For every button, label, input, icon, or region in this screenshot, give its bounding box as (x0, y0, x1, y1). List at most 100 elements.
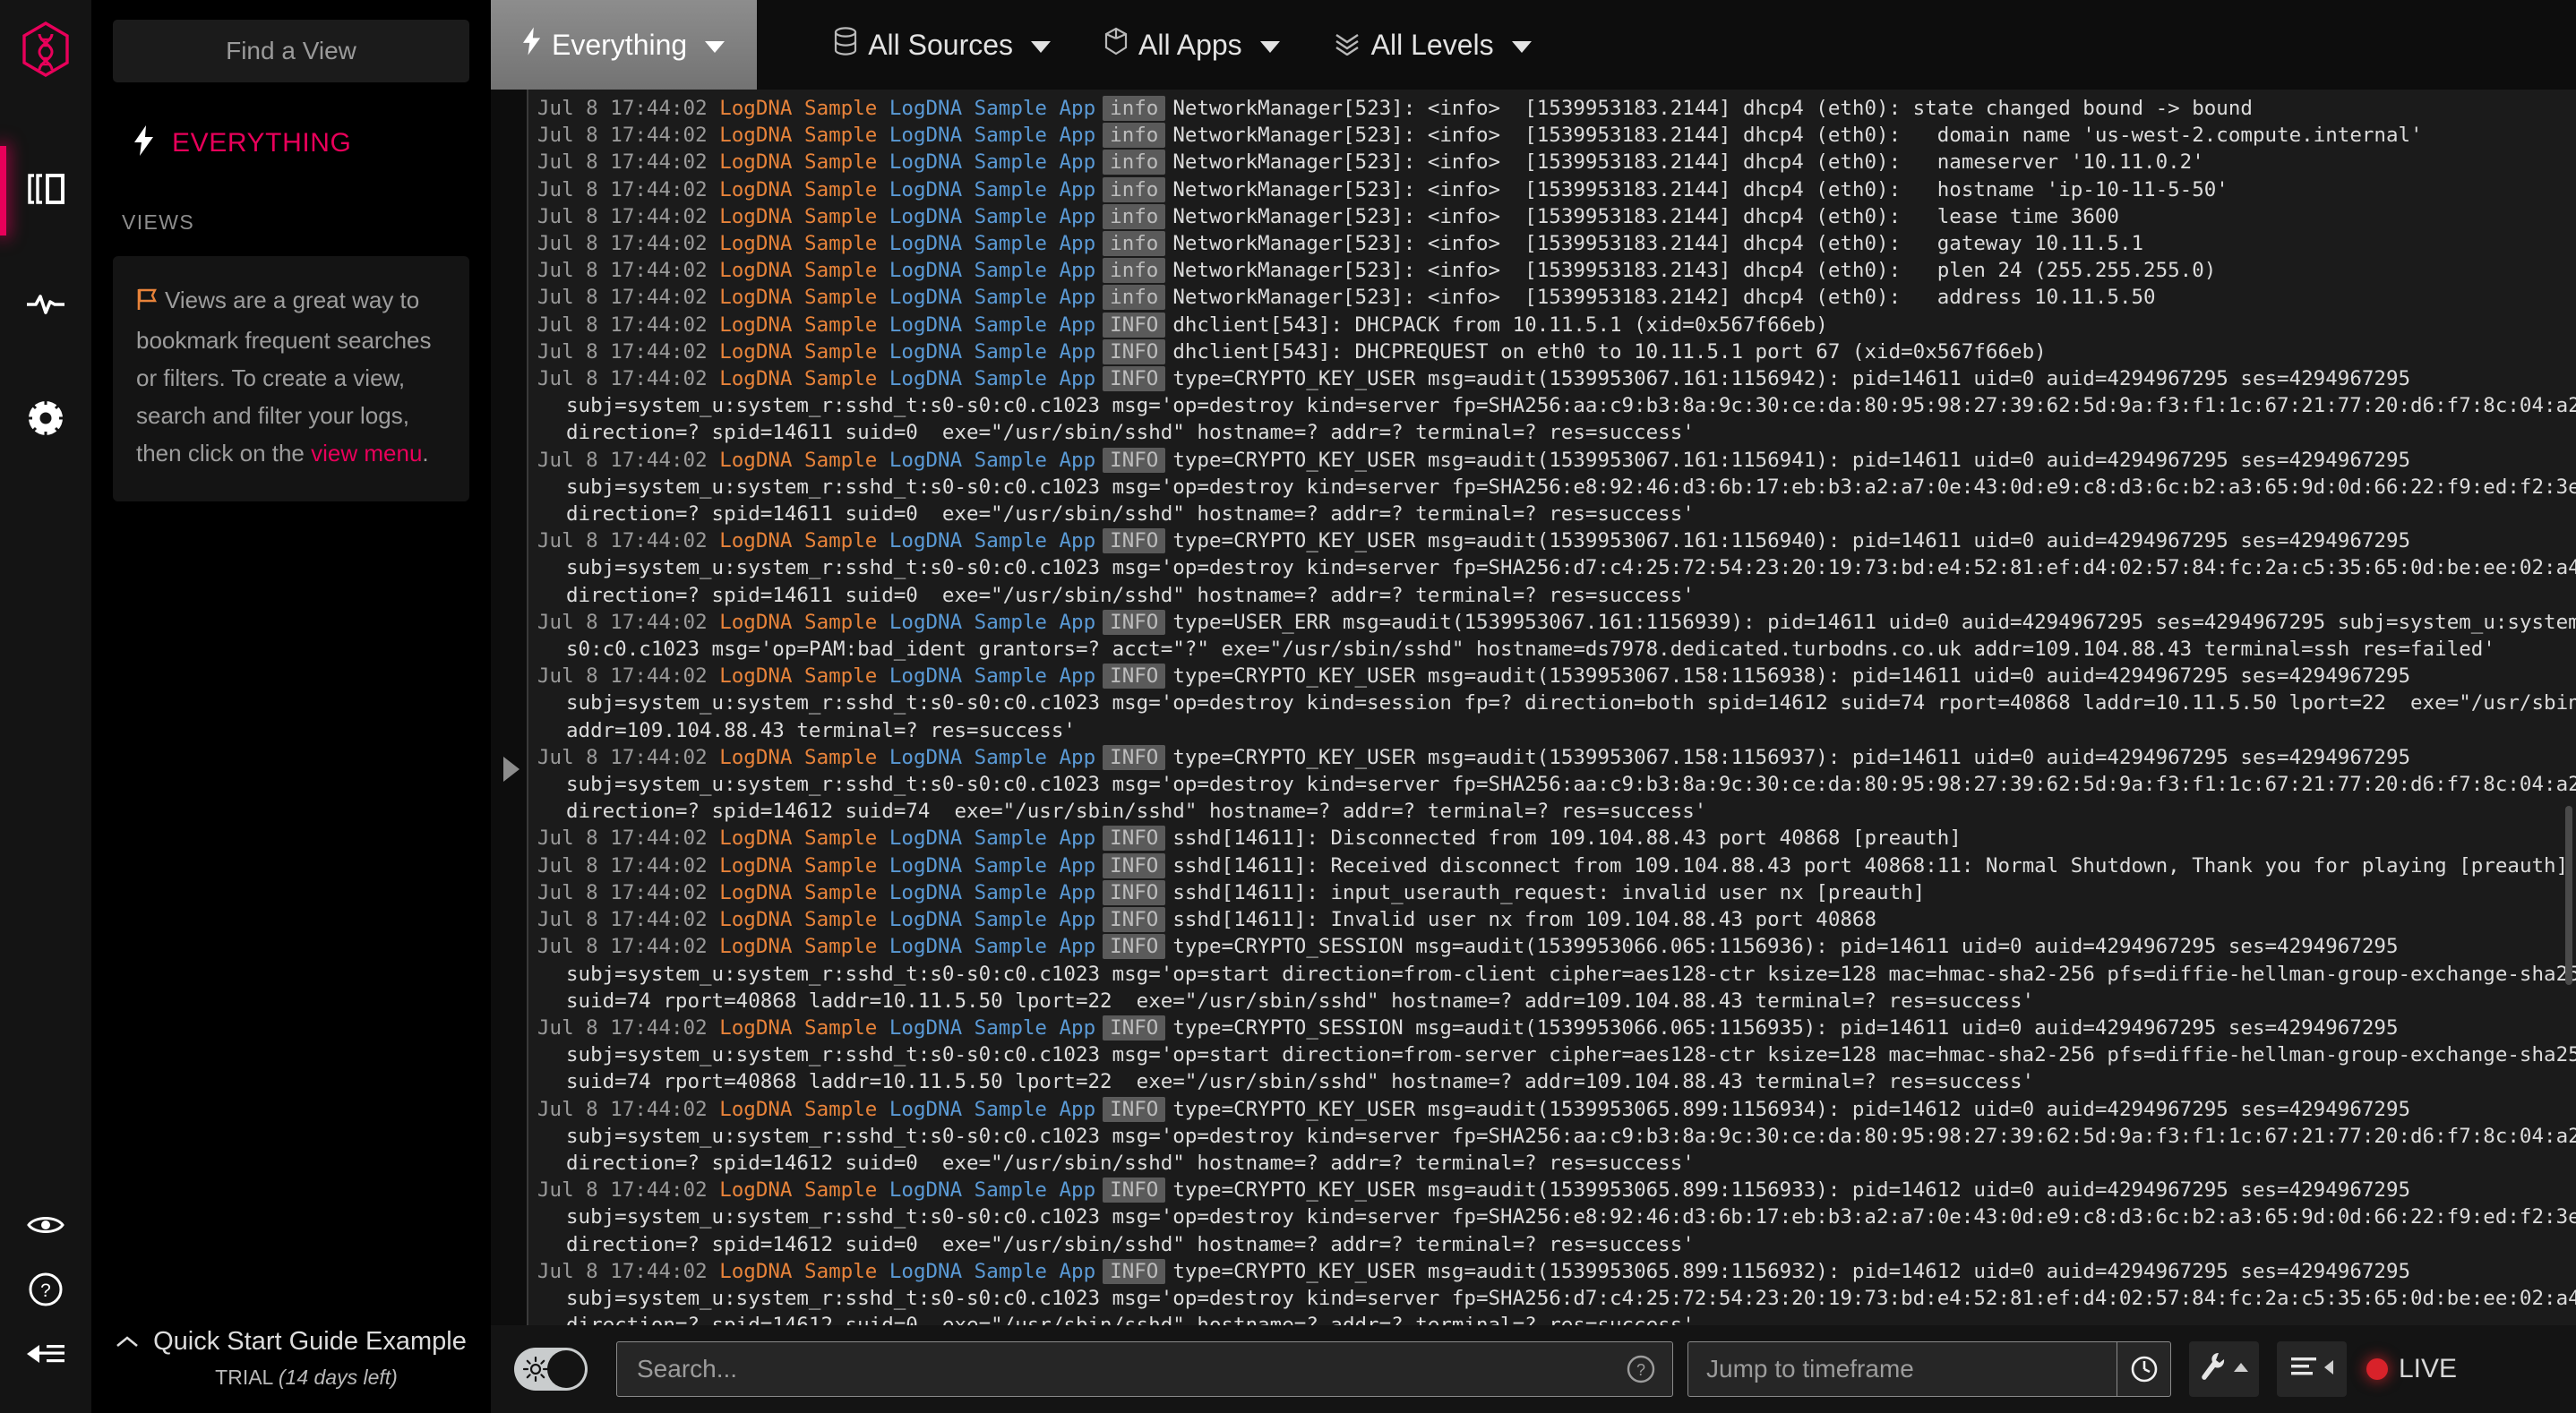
log-level-badge[interactable]: INFO (1103, 879, 1166, 905)
log-row[interactable]: Jul 8 17:44:02 LogDNA Sample LogDNA Samp… (528, 1258, 2576, 1285)
log-app[interactable]: LogDNA Sample App (889, 124, 1095, 147)
log-source[interactable]: LogDNA Sample (719, 313, 877, 337)
log-app[interactable]: LogDNA Sample App (889, 150, 1095, 174)
log-level-badge[interactable]: INFO (1103, 609, 1166, 635)
log-app[interactable]: LogDNA Sample App (889, 313, 1095, 337)
log-source[interactable]: LogDNA Sample (719, 259, 877, 282)
timeframe-box[interactable] (1687, 1341, 2171, 1397)
log-row[interactable]: Jul 8 17:44:02 LogDNA Sample LogDNA Samp… (528, 906, 2576, 933)
log-level-badge[interactable]: INFO (1103, 934, 1166, 960)
log-row[interactable]: Jul 8 17:44:02 LogDNA Sample LogDNA Samp… (528, 447, 2576, 474)
lines-display-button[interactable] (2277, 1341, 2347, 1397)
log-app[interactable]: LogDNA Sample App (889, 1016, 1095, 1040)
log-row[interactable]: Jul 8 17:44:02 LogDNA Sample LogDNA Samp… (528, 1015, 2576, 1041)
log-app[interactable]: LogDNA Sample App (889, 664, 1095, 688)
log-row[interactable]: Jul 8 17:44:02 LogDNA Sample LogDNA Samp… (528, 230, 2576, 257)
search-help-icon[interactable]: ? (1610, 1354, 1672, 1384)
timeframe-input[interactable] (1688, 1355, 2117, 1383)
log-level-badge[interactable]: INFO (1103, 528, 1166, 554)
log-level-badge[interactable]: INFO (1103, 826, 1166, 852)
log-level-badge[interactable]: INFO (1103, 1178, 1166, 1203)
log-app[interactable]: LogDNA Sample App (889, 1098, 1095, 1121)
log-level-badge[interactable]: info (1103, 285, 1166, 311)
find-view-input[interactable] (113, 20, 469, 82)
sidebar-item-logs[interactable] (0, 133, 91, 248)
help-button[interactable]: ? (0, 1259, 91, 1323)
log-app[interactable]: LogDNA Sample App (889, 340, 1095, 364)
log-app[interactable]: LogDNA Sample App (889, 1178, 1095, 1202)
log-app[interactable]: LogDNA Sample App (889, 286, 1095, 309)
log-level-badge[interactable]: INFO (1103, 907, 1166, 933)
log-source[interactable]: LogDNA Sample (719, 1260, 877, 1283)
live-tail-indicator[interactable]: LIVE (2366, 1354, 2464, 1384)
log-source[interactable]: LogDNA Sample (719, 124, 877, 147)
log-level-badge[interactable]: info (1103, 231, 1166, 257)
log-row[interactable]: Jul 8 17:44:02 LogDNA Sample LogDNA Samp… (528, 1096, 2576, 1123)
log-source[interactable]: LogDNA Sample (719, 935, 877, 958)
log-source[interactable]: LogDNA Sample (719, 150, 877, 174)
log-source[interactable]: LogDNA Sample (719, 286, 877, 309)
log-level-badge[interactable]: info (1103, 203, 1166, 229)
log-app[interactable]: LogDNA Sample App (889, 259, 1095, 282)
log-row[interactable]: Jul 8 17:44:02 LogDNA Sample LogDNA Samp… (528, 933, 2576, 960)
log-source[interactable]: LogDNA Sample (719, 854, 877, 878)
collapse-button[interactable] (0, 1323, 91, 1388)
log-row[interactable]: Jul 8 17:44:02 LogDNA Sample LogDNA Samp… (528, 257, 2576, 284)
log-app[interactable]: LogDNA Sample App (889, 611, 1095, 634)
log-level-badge[interactable]: INFO (1103, 366, 1166, 392)
log-source[interactable]: LogDNA Sample (719, 611, 877, 634)
log-app[interactable]: LogDNA Sample App (889, 746, 1095, 769)
preview-button[interactable] (0, 1195, 91, 1259)
log-level-badge[interactable]: INFO (1103, 744, 1166, 770)
log-level-badge[interactable]: info (1103, 176, 1166, 202)
expand-panel-handle[interactable] (503, 757, 519, 783)
log-app[interactable]: LogDNA Sample App (889, 232, 1095, 255)
log-source[interactable]: LogDNA Sample (719, 529, 877, 552)
log-row[interactable]: Jul 8 17:44:02 LogDNA Sample LogDNA Samp… (528, 95, 2576, 122)
filter-all-apps[interactable]: All Apps (1078, 0, 1307, 90)
log-source[interactable]: LogDNA Sample (719, 826, 877, 850)
log-app[interactable]: LogDNA Sample App (889, 908, 1095, 931)
log-row[interactable]: Jul 8 17:44:02 LogDNA Sample LogDNA Samp… (528, 122, 2576, 149)
log-row[interactable]: Jul 8 17:44:02 LogDNA Sample LogDNA Samp… (528, 312, 2576, 338)
log-row[interactable]: Jul 8 17:44:02 LogDNA Sample LogDNA Samp… (528, 284, 2576, 311)
log-app[interactable]: LogDNA Sample App (889, 367, 1095, 390)
log-level-badge[interactable]: INFO (1103, 1015, 1166, 1040)
log-source[interactable]: LogDNA Sample (719, 881, 877, 904)
log-row[interactable]: Jul 8 17:44:02 LogDNA Sample LogDNA Samp… (528, 527, 2576, 554)
everything-view-link[interactable]: EVERYTHING (113, 125, 469, 160)
log-row[interactable]: Jul 8 17:44:02 LogDNA Sample LogDNA Samp… (528, 365, 2576, 392)
log-source[interactable]: LogDNA Sample (719, 908, 877, 931)
log-level-badge[interactable]: INFO (1103, 338, 1166, 364)
log-level-badge[interactable]: INFO (1103, 1258, 1166, 1284)
log-row[interactable]: Jul 8 17:44:02 LogDNA Sample LogDNA Samp… (528, 609, 2576, 636)
log-row[interactable]: Jul 8 17:44:02 LogDNA Sample LogDNA Samp… (528, 149, 2576, 176)
log-source[interactable]: LogDNA Sample (719, 664, 877, 688)
log-app[interactable]: LogDNA Sample App (889, 449, 1095, 472)
log-lines-pane[interactable]: Jul 8 17:44:02 LogDNA Sample LogDNA Samp… (527, 90, 2576, 1325)
vertical-scrollbar[interactable] (2565, 806, 2572, 986)
log-source[interactable]: LogDNA Sample (719, 1016, 877, 1040)
log-app[interactable]: LogDNA Sample App (889, 1260, 1095, 1283)
log-app[interactable]: LogDNA Sample App (889, 178, 1095, 201)
tab-everything[interactable]: Everything (491, 0, 758, 90)
log-level-badge[interactable]: INFO (1103, 664, 1166, 689)
log-source[interactable]: LogDNA Sample (719, 232, 877, 255)
log-level-badge[interactable]: INFO (1103, 447, 1166, 473)
log-row[interactable]: Jul 8 17:44:02 LogDNA Sample LogDNA Samp… (528, 1177, 2576, 1203)
log-app[interactable]: LogDNA Sample App (889, 529, 1095, 552)
log-source[interactable]: LogDNA Sample (719, 205, 877, 228)
filter-all-levels[interactable]: All Levels (1307, 0, 1558, 90)
log-source[interactable]: LogDNA Sample (719, 746, 877, 769)
log-row[interactable]: Jul 8 17:44:02 LogDNA Sample LogDNA Samp… (528, 879, 2576, 906)
log-source[interactable]: LogDNA Sample (719, 367, 877, 390)
tools-button[interactable] (2189, 1341, 2259, 1397)
log-app[interactable]: LogDNA Sample App (889, 881, 1095, 904)
sidebar-item-pulse[interactable] (0, 248, 91, 363)
log-row[interactable]: Jul 8 17:44:02 LogDNA Sample LogDNA Samp… (528, 203, 2576, 230)
log-row[interactable]: Jul 8 17:44:02 LogDNA Sample LogDNA Samp… (528, 176, 2576, 203)
log-app[interactable]: LogDNA Sample App (889, 935, 1095, 958)
log-app[interactable]: LogDNA Sample App (889, 205, 1095, 228)
filter-all-sources[interactable]: All Sources (807, 0, 1078, 90)
theme-toggle[interactable] (514, 1348, 588, 1391)
